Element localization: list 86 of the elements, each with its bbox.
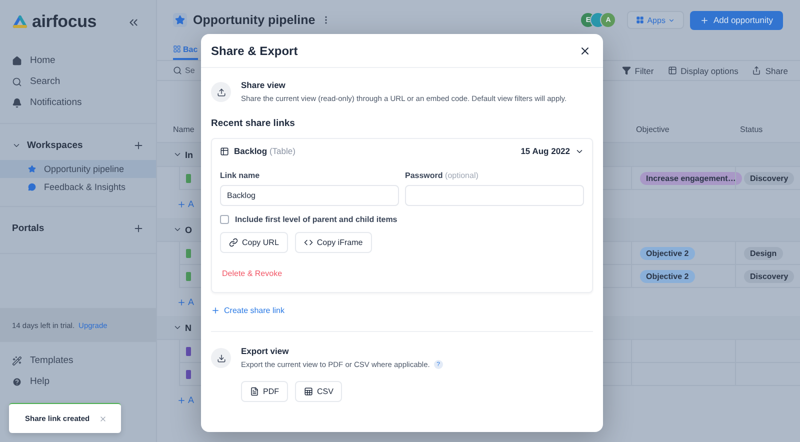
export-button[interactable]: CSV bbox=[295, 381, 342, 402]
spreadsheet-icon bbox=[304, 387, 313, 396]
columns-icon bbox=[668, 66, 677, 75]
logo-text: airfocus bbox=[32, 12, 97, 32]
star-icon bbox=[173, 13, 187, 27]
section-title: Export view bbox=[241, 346, 290, 356]
plus-icon bbox=[700, 16, 710, 24]
page-title: Opportunity pipeline bbox=[193, 13, 316, 27]
chevron-icon[interactable] bbox=[173, 323, 182, 332]
toolbar-button[interactable]: Filter bbox=[622, 66, 654, 76]
chat-bubble-icon bbox=[28, 183, 36, 191]
add-item-link[interactable]: A bbox=[188, 199, 194, 209]
section-title: Workspaces bbox=[27, 140, 83, 150]
export-button[interactable]: PDF bbox=[241, 381, 288, 402]
logo-icon bbox=[12, 15, 28, 29]
nav-item[interactable]: Notifications bbox=[0, 92, 156, 113]
search-icon bbox=[173, 66, 182, 75]
search-field[interactable]: Se bbox=[185, 66, 199, 75]
link-icon bbox=[229, 238, 238, 247]
objective-tag: Objective 2 bbox=[640, 246, 695, 260]
copy-button[interactable]: Copy iFrame bbox=[294, 232, 372, 253]
status-tag: Design bbox=[744, 246, 783, 260]
group-name: N bbox=[185, 322, 192, 332]
chevron-icon[interactable] bbox=[173, 150, 182, 159]
bell-icon bbox=[12, 98, 22, 108]
copy-button[interactable]: Copy URL bbox=[220, 232, 288, 253]
link-title: Backlog (Table) bbox=[234, 146, 296, 156]
status-tag: Discovery bbox=[744, 270, 794, 282]
toolbar-button[interactable]: Share bbox=[752, 66, 788, 76]
close-icon[interactable] bbox=[99, 414, 107, 422]
chevron-icon[interactable] bbox=[173, 225, 182, 234]
password-field[interactable] bbox=[405, 185, 584, 206]
column-header: Name bbox=[172, 125, 196, 134]
plus-icon bbox=[177, 396, 186, 404]
objective-tag: Increase engagement… bbox=[640, 172, 742, 184]
status-tag: Discovery bbox=[744, 172, 794, 184]
section-title: Share view bbox=[241, 80, 286, 90]
share-icon bbox=[752, 66, 762, 75]
nav-item[interactable]: Templates bbox=[0, 350, 156, 371]
add-icon[interactable] bbox=[133, 222, 144, 234]
workspace-item[interactable]: Feedback & Insights bbox=[0, 178, 156, 196]
grid-icon bbox=[636, 16, 644, 24]
checkbox[interactable] bbox=[220, 215, 229, 224]
link-name-field[interactable]: Backlog bbox=[220, 185, 399, 206]
search-icon bbox=[12, 76, 22, 86]
add-item-link[interactable]: A bbox=[188, 395, 194, 405]
group-name: O bbox=[185, 224, 192, 234]
apps-button[interactable]: Apps bbox=[627, 11, 684, 29]
nav-item[interactable]: Help bbox=[0, 371, 156, 392]
download-icon bbox=[211, 348, 231, 368]
section-title: Recent share links bbox=[211, 118, 296, 129]
nav-item[interactable]: Search bbox=[0, 71, 156, 92]
plus-icon bbox=[177, 298, 186, 306]
table-icon bbox=[220, 146, 229, 156]
workspace-item[interactable]: Opportunity pipeline bbox=[0, 160, 156, 178]
field-label: Password (optional) bbox=[405, 171, 480, 180]
add-opportunity-button[interactable]: Add opportunity bbox=[690, 10, 783, 30]
objective-tag: Objective 2 bbox=[640, 270, 695, 282]
checkbox-label: Include first level of parent and child items bbox=[235, 215, 398, 224]
close-button[interactable] bbox=[579, 44, 591, 56]
file-icon bbox=[250, 387, 259, 396]
delete-revoke-link[interactable]: Delete & Revoke bbox=[222, 269, 282, 278]
magic-wand-icon bbox=[12, 356, 22, 366]
toolbar-button[interactable]: Display options bbox=[668, 66, 738, 76]
column-header: Objective bbox=[635, 125, 670, 134]
filter-icon bbox=[622, 66, 631, 75]
caret-icon bbox=[668, 16, 676, 24]
date-toggle[interactable]: 15 Aug 2022 bbox=[520, 146, 584, 156]
home-icon bbox=[12, 56, 22, 66]
plus-icon bbox=[177, 200, 186, 208]
field-label: Link name bbox=[220, 171, 261, 180]
nav-item[interactable]: Home bbox=[0, 50, 156, 71]
add-icon[interactable] bbox=[133, 140, 144, 150]
view-tab[interactable]: Bac bbox=[173, 40, 198, 60]
star-icon bbox=[28, 165, 36, 173]
column-header: Status bbox=[739, 125, 764, 134]
add-item-link[interactable]: A bbox=[188, 297, 194, 307]
group-name: In bbox=[185, 150, 193, 160]
create-share-link[interactable]: Create share link bbox=[211, 306, 284, 315]
help-icon bbox=[12, 376, 22, 386]
upload-icon bbox=[211, 82, 231, 102]
plus-icon bbox=[211, 306, 220, 315]
dialog-title: Share & Export bbox=[211, 44, 298, 58]
code-icon bbox=[304, 238, 313, 247]
section-title: Portals bbox=[12, 222, 44, 234]
board-icon bbox=[173, 45, 181, 53]
